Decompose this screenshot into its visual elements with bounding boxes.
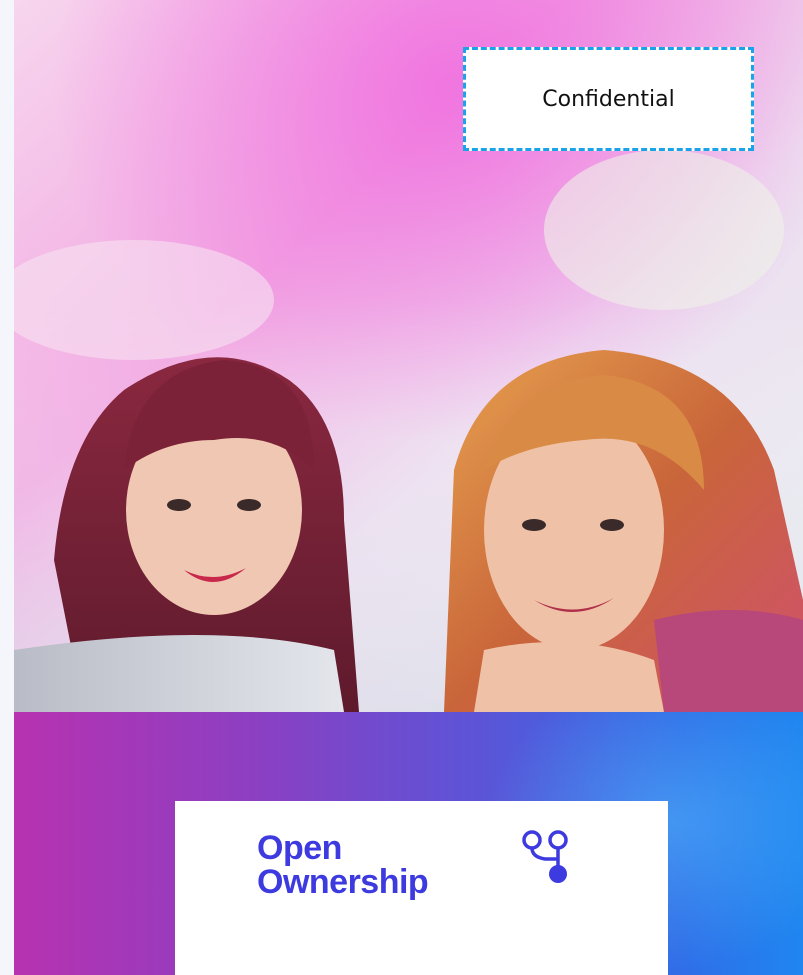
page-margin [0,0,14,975]
logo-line-ownership: Ownership [257,863,429,901]
confidential-stamp: Confidential [463,47,754,151]
logo-line-open: Open [257,829,342,867]
logo-box: Open Ownership [175,801,668,975]
confidential-label: Confidential [542,86,675,112]
ownership-graph-icon [520,829,576,890]
cover-page: Confidential Open Ownership [0,0,803,975]
logo-wordmark: Open Ownership [257,829,429,901]
